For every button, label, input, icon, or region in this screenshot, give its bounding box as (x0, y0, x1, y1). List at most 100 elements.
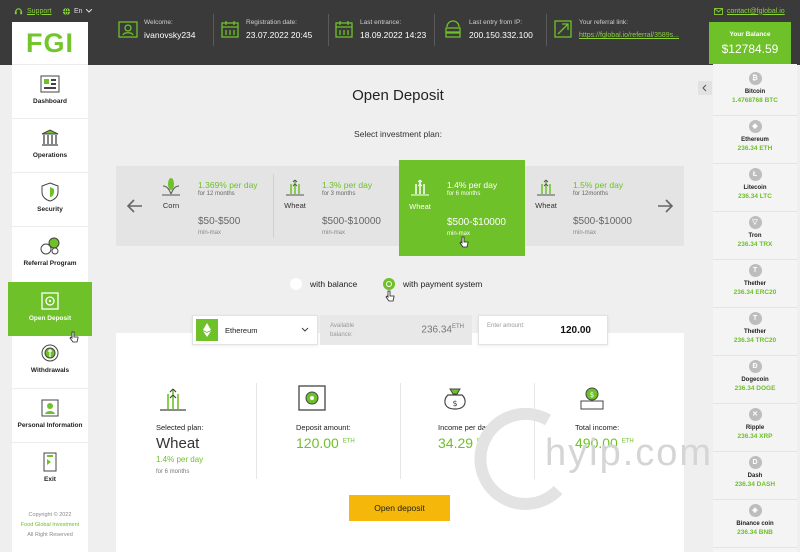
wheat-icon (160, 388, 186, 411)
chevron-down-icon (301, 327, 309, 332)
wheat-icon (411, 179, 429, 196)
safe-icon (298, 385, 326, 411)
dashboard-icon (40, 75, 60, 93)
ethereum-icon (196, 319, 218, 341)
globe-icon (62, 7, 71, 15)
sidebar-item-personal-information[interactable]: Personal Information (12, 388, 88, 442)
sidebar-item-dashboard[interactable]: Dashboard (12, 64, 88, 118)
open-deposit-button[interactable]: Open deposit (349, 495, 450, 521)
coins-icon: $ (580, 387, 604, 410)
wallet-panel: ₿ Bitcoin 1.4768768 BTC ◆ Ethereum 236.34 ET… (713, 64, 797, 552)
sidebar-item-security[interactable]: Security (12, 172, 88, 226)
selected-plan-summary: Selected plan: Wheat 1.4% per day for 6 … (156, 383, 296, 483)
sidebar-item-operations[interactable]: Operations (12, 118, 88, 172)
coin-item[interactable]: ₿ Bitcoin 1.4768768 BTC (713, 68, 797, 116)
corn-icon (162, 178, 180, 196)
collapse-panel-button[interactable] (698, 81, 712, 95)
svg-text:$: $ (452, 399, 457, 408)
withdrawals-icon (41, 344, 59, 362)
arrow-right-icon[interactable] (652, 194, 678, 218)
radio-circle[interactable] (290, 278, 302, 290)
coin-item[interactable]: ▽ Tron 236.34 TRX (713, 212, 797, 260)
page-title: Open Deposit (352, 87, 444, 104)
arrow-left-icon[interactable] (122, 194, 148, 218)
wheat-icon (286, 179, 304, 196)
radio-circle-checked[interactable] (383, 278, 395, 290)
sidebar-item-exit[interactable]: Exit (12, 442, 88, 496)
balance-box: Your Balance $12784.59 (709, 22, 791, 64)
coin-item[interactable]: ◆ Ethereum 236.34 ETH (713, 116, 797, 164)
binance-coin-icon: ◈ (748, 504, 762, 517)
currency-select[interactable]: Ethereum (192, 315, 318, 345)
user-card-icon (118, 21, 138, 38)
tether-icon: T (748, 312, 762, 325)
sidebar-item-referral-program[interactable]: Referral Program (12, 226, 88, 280)
last-entrance-info: Last entrance: 18.09.2022 14:23 (334, 17, 434, 47)
sidebar-item-open-deposit[interactable]: Open Deposit (8, 282, 92, 336)
plan-card-selected[interactable]: Wheat 1.4% per day for 6 months $500-$10… (399, 160, 525, 256)
plan-card[interactable]: Corn 1.369% per day for 12 months $50-$5… (150, 166, 274, 246)
divider (213, 14, 214, 46)
divider (328, 14, 329, 46)
plan-carousel: Corn 1.369% per day for 12 months $50-$5… (116, 160, 684, 256)
hand-cursor-icon (385, 290, 395, 302)
plan-select-label: Select investment plan: (354, 129, 442, 139)
coin-item[interactable]: T Thether 236.34 ERC20 (713, 260, 797, 308)
server-icon (445, 20, 461, 38)
coin-item[interactable]: D Dash 236.34 DASH (713, 452, 797, 500)
coin-item[interactable]: Ł Litecoin 236.34 LTC (713, 164, 797, 212)
mail-icon (714, 7, 723, 15)
ethereum-icon: ◆ (748, 120, 762, 133)
money-bag-icon: $ (444, 388, 466, 410)
sidebar: FGI Dashboard Operations Security Referr… (8, 22, 92, 552)
share-link-icon (554, 20, 572, 38)
coin-item[interactable]: ◈ Binance coin 236.34 BNB (713, 500, 797, 548)
coin-item[interactable]: T Thether 236.34 TRC20 (713, 308, 797, 356)
radio-with-balance[interactable]: with balance (290, 278, 357, 290)
logo[interactable]: FGI (12, 22, 88, 64)
dash-icon: D (748, 456, 762, 469)
ripple-icon: ✕ (748, 408, 762, 421)
bitcoin-icon: ₿ (748, 72, 762, 85)
calendar-icon (335, 21, 353, 38)
dogecoin-icon: Ð (748, 360, 762, 373)
hand-cursor-icon (459, 236, 469, 248)
amount-input[interactable]: Enter amount: 120.00 (478, 315, 608, 345)
security-shield-icon (41, 182, 59, 202)
welcome-info: Welcome: ivanovsky234 (118, 17, 213, 47)
operations-icon (41, 129, 59, 146)
chevron-down-icon (85, 9, 92, 13)
top-bar: Support En contact@fglobal.io Welcome: i… (0, 0, 800, 65)
registration-info: Registration date: 23.07.2022 20:45 (220, 17, 330, 47)
coin-item[interactable]: Ð Dogecoin 236.34 DOGE (713, 356, 797, 404)
calendar-icon (221, 21, 239, 38)
plan-card[interactable]: Wheat 1.3% per day for 3 months $500-$10… (274, 166, 398, 246)
headset-icon (14, 7, 23, 14)
referral-icon (40, 237, 60, 255)
coin-item[interactable]: ✕ Ripple 236.34 XRP (713, 404, 797, 452)
tron-icon: ▽ (748, 216, 762, 229)
safe-icon (41, 292, 59, 310)
copyright: Copyright © 2022 Food Global Investment … (20, 512, 80, 538)
referral-link-info: Your referral link: https://fglobal.io/r… (553, 17, 688, 47)
wheat-icon (537, 179, 555, 196)
main-content: Open Deposit Select investment plan: Cor… (98, 65, 698, 552)
radio-with-payment-system[interactable]: with payment system (383, 278, 482, 290)
divider (434, 14, 435, 46)
plan-card[interactable]: Wheat 1.5% per day for 12months $500-$10… (525, 166, 649, 246)
hand-cursor-icon (69, 331, 79, 343)
chevron-left-icon (702, 84, 707, 92)
deposit-amount-summary: Deposit amount: 120.00 ETH (296, 383, 436, 483)
litecoin-icon: Ł (748, 168, 762, 181)
last-ip-info: Last entry from IP: 200.150.332.100 (443, 17, 548, 47)
available-balance: Available balance: 236.34ETH (320, 315, 472, 345)
exit-icon (43, 452, 57, 472)
contact-email-link[interactable]: contact@fglobal.io (714, 5, 785, 17)
language-selector[interactable]: En (62, 5, 92, 17)
tether-icon: T (748, 264, 762, 277)
support-link[interactable]: Support (14, 5, 52, 17)
svg-text:$: $ (590, 391, 594, 399)
watermark-text: hyip.com (545, 432, 714, 474)
personal-info-icon (41, 399, 59, 417)
referral-link[interactable]: https://fglobal.io/referral/3589s... (579, 32, 679, 39)
